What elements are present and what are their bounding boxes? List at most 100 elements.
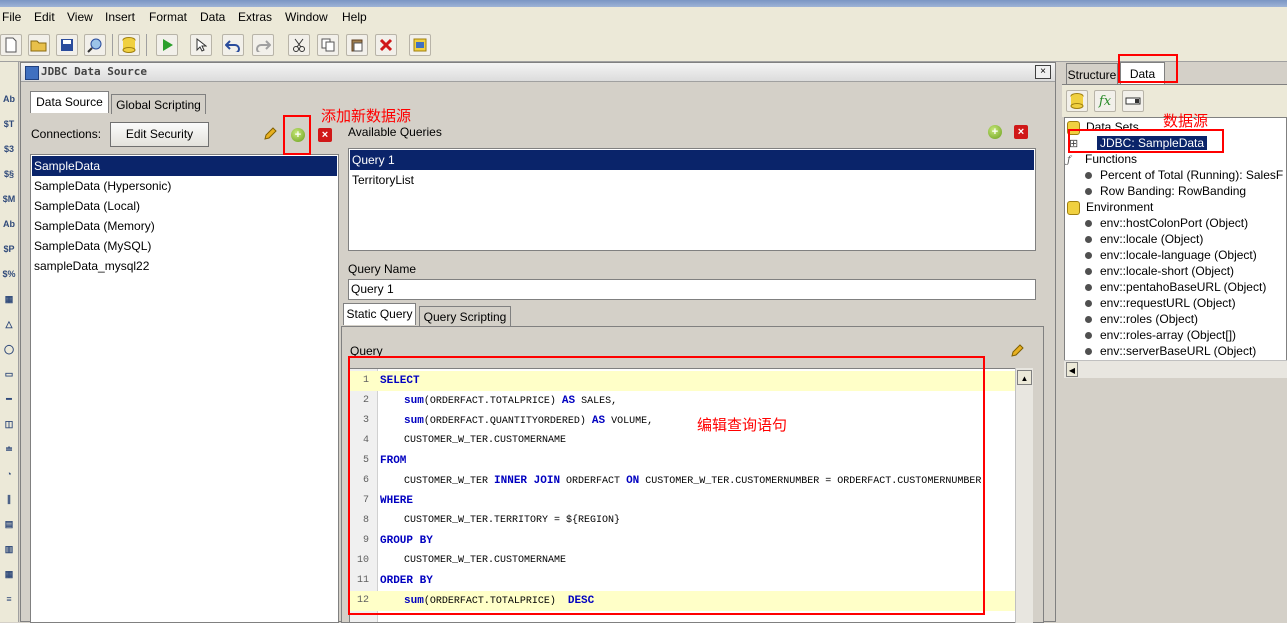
menu-format[interactable]: Format [149, 10, 187, 24]
palette-tool-icon[interactable]: $M [1, 192, 17, 206]
save-icon[interactable] [56, 34, 78, 56]
palette-tool-icon[interactable]: Ab [1, 217, 17, 231]
parameter-icon[interactable] [1122, 90, 1144, 112]
tree-item[interactable]: env::roles (Object) [1085, 311, 1198, 327]
select-icon[interactable] [190, 34, 212, 56]
undo-icon[interactable] [222, 34, 244, 56]
list-item[interactable]: SampleData (MySQL) [32, 236, 337, 256]
tree-item[interactable]: env::roles-array (Object[]) [1085, 327, 1236, 343]
bullet-icon [1085, 300, 1092, 308]
scroll-left-icon[interactable]: ◀ [1066, 362, 1078, 377]
palette-tool-icon[interactable]: ▤ [1, 517, 17, 531]
menu-data[interactable]: Data [200, 10, 225, 24]
palette-tool-icon[interactable]: $P [1, 242, 17, 256]
palette-tool-icon[interactable]: ▭ [1, 367, 17, 381]
dialog-title: JDBC Data Source [41, 65, 147, 78]
annotation-box-data-tab [1118, 54, 1178, 83]
list-item[interactable]: TerritoryList [350, 170, 1034, 190]
bullet-icon [1085, 236, 1092, 244]
list-item[interactable]: SampleData [32, 156, 337, 176]
report-icon[interactable] [409, 34, 431, 56]
menu-insert[interactable]: Insert [105, 10, 135, 24]
element-palette: Ab $T $3 $§ $M Ab $P $% ▦ △ ◯ ▭ ━ ◫ ≐ ◔ ∥ ▤ ▥ ▦ ≡ [0, 62, 19, 622]
new-icon[interactable] [0, 34, 22, 56]
palette-tool-icon[interactable]: Ab [1, 92, 17, 106]
queries-list: Query 1 TerritoryList [348, 148, 1036, 251]
menu-help[interactable]: Help [342, 10, 367, 24]
scroll-up-icon[interactable]: ▲ [1017, 370, 1032, 385]
palette-tool-icon[interactable]: ◫ [1, 417, 17, 431]
tree-item[interactable]: env::serverBaseURL (Object) [1085, 343, 1256, 359]
palette-tool-icon[interactable]: ≐ [1, 442, 17, 456]
redo-icon[interactable] [252, 34, 274, 56]
palette-tool-icon[interactable]: $% [1, 267, 17, 281]
open-icon[interactable] [28, 34, 50, 56]
tab-data-source[interactable]: Data Source [30, 91, 109, 113]
palette-tool-icon[interactable]: ━ [1, 392, 17, 406]
menu-window[interactable]: Window [285, 10, 328, 24]
palette-tool-icon[interactable]: ▦ [1, 292, 17, 306]
delete-icon[interactable] [375, 34, 397, 56]
edit-security-button[interactable]: Edit Security [110, 122, 209, 147]
tab-global-scripting[interactable]: Global Scripting [111, 94, 206, 114]
menu-file[interactable]: File [2, 10, 21, 24]
tree-item-label: env::hostColonPort (Object) [1100, 216, 1249, 230]
datasource-icon[interactable] [118, 34, 140, 56]
tree-hscrollbar[interactable]: ◀ [1064, 360, 1287, 378]
tab-static-query[interactable]: Static Query [343, 303, 416, 325]
menu-edit[interactable]: Edit [34, 10, 55, 24]
list-item[interactable]: sampleData_mysql22 [32, 256, 337, 276]
tree-item-label: env::serverBaseURL (Object) [1100, 344, 1257, 358]
palette-tool-icon[interactable]: ▥ [1, 542, 17, 556]
preview-icon[interactable] [84, 34, 106, 56]
add-query-icon[interactable]: + [988, 125, 1002, 139]
palette-tool-icon[interactable]: $§ [1, 167, 17, 181]
run-icon[interactable] [156, 34, 178, 56]
tree-item[interactable]: ƒ Functions [1067, 151, 1137, 167]
menu-view[interactable]: View [67, 10, 93, 24]
palette-tool-icon[interactable]: △ [1, 317, 17, 331]
list-item[interactable]: SampleData (Memory) [32, 216, 337, 236]
palette-tool-icon[interactable]: ◔ [1, 467, 17, 481]
annotation-box-add [283, 115, 311, 155]
function-icon[interactable]: fx [1094, 90, 1116, 112]
list-item[interactable]: Query 1 [350, 150, 1034, 170]
remove-query-icon[interactable]: × [1014, 125, 1028, 139]
palette-tool-icon[interactable]: ∥ [1, 492, 17, 506]
palette-tool-icon[interactable]: $3 [1, 142, 17, 156]
bullet-icon [1085, 332, 1092, 340]
edit-query-pencil-icon[interactable] [1010, 344, 1024, 361]
list-item[interactable]: SampleData (Hypersonic) [32, 176, 337, 196]
pencil-icon[interactable] [263, 127, 277, 144]
tree-item[interactable]: env::requestURL (Object) [1085, 295, 1236, 311]
close-icon[interactable]: × [1035, 65, 1051, 79]
dialog-title-bar: JDBC Data Source × [21, 63, 1055, 82]
tree-item[interactable]: Row Banding: RowBanding [1085, 183, 1246, 199]
tab-query-scripting[interactable]: Query Scripting [419, 306, 511, 326]
tree-item[interactable]: Environment [1067, 199, 1153, 215]
tree-item[interactable]: Percent of Total (Running): SalesF [1085, 167, 1283, 183]
tree-item[interactable]: env::locale-short (Object) [1085, 263, 1234, 279]
palette-tool-icon[interactable]: ≡ [1, 592, 17, 606]
available-queries-label: Available Queries [348, 125, 442, 139]
tree-item[interactable]: env::locale-language (Object) [1085, 247, 1257, 263]
query-name-input[interactable]: Query 1 [348, 279, 1036, 300]
dataset-folder-icon [1067, 200, 1080, 215]
menu-extras[interactable]: Extras [238, 10, 272, 24]
cut-icon[interactable] [288, 34, 310, 56]
add-datasource-icon[interactable] [1066, 90, 1088, 112]
tree-item-label: env::roles (Object) [1100, 312, 1199, 326]
palette-tool-icon[interactable]: ◯ [1, 342, 17, 356]
copy-icon[interactable] [317, 34, 339, 56]
tree-item[interactable]: env::hostColonPort (Object) [1085, 215, 1248, 231]
tree-item[interactable]: env::pentahoBaseURL (Object) [1085, 279, 1266, 295]
palette-tool-icon[interactable]: $T [1, 117, 17, 131]
right-panel: Structure Data fx Data Sets ⊞ JDBC: Sample… [1062, 54, 1287, 622]
list-item[interactable]: SampleData (Local) [32, 196, 337, 216]
tree-item[interactable]: env::locale (Object) [1085, 231, 1203, 247]
tab-structure[interactable]: Structure [1066, 63, 1118, 85]
remove-connection-icon[interactable]: × [318, 128, 332, 142]
palette-tool-icon[interactable]: ▦ [1, 567, 17, 581]
editor-scrollbar[interactable]: ▲ [1015, 368, 1033, 623]
paste-icon[interactable] [346, 34, 368, 56]
